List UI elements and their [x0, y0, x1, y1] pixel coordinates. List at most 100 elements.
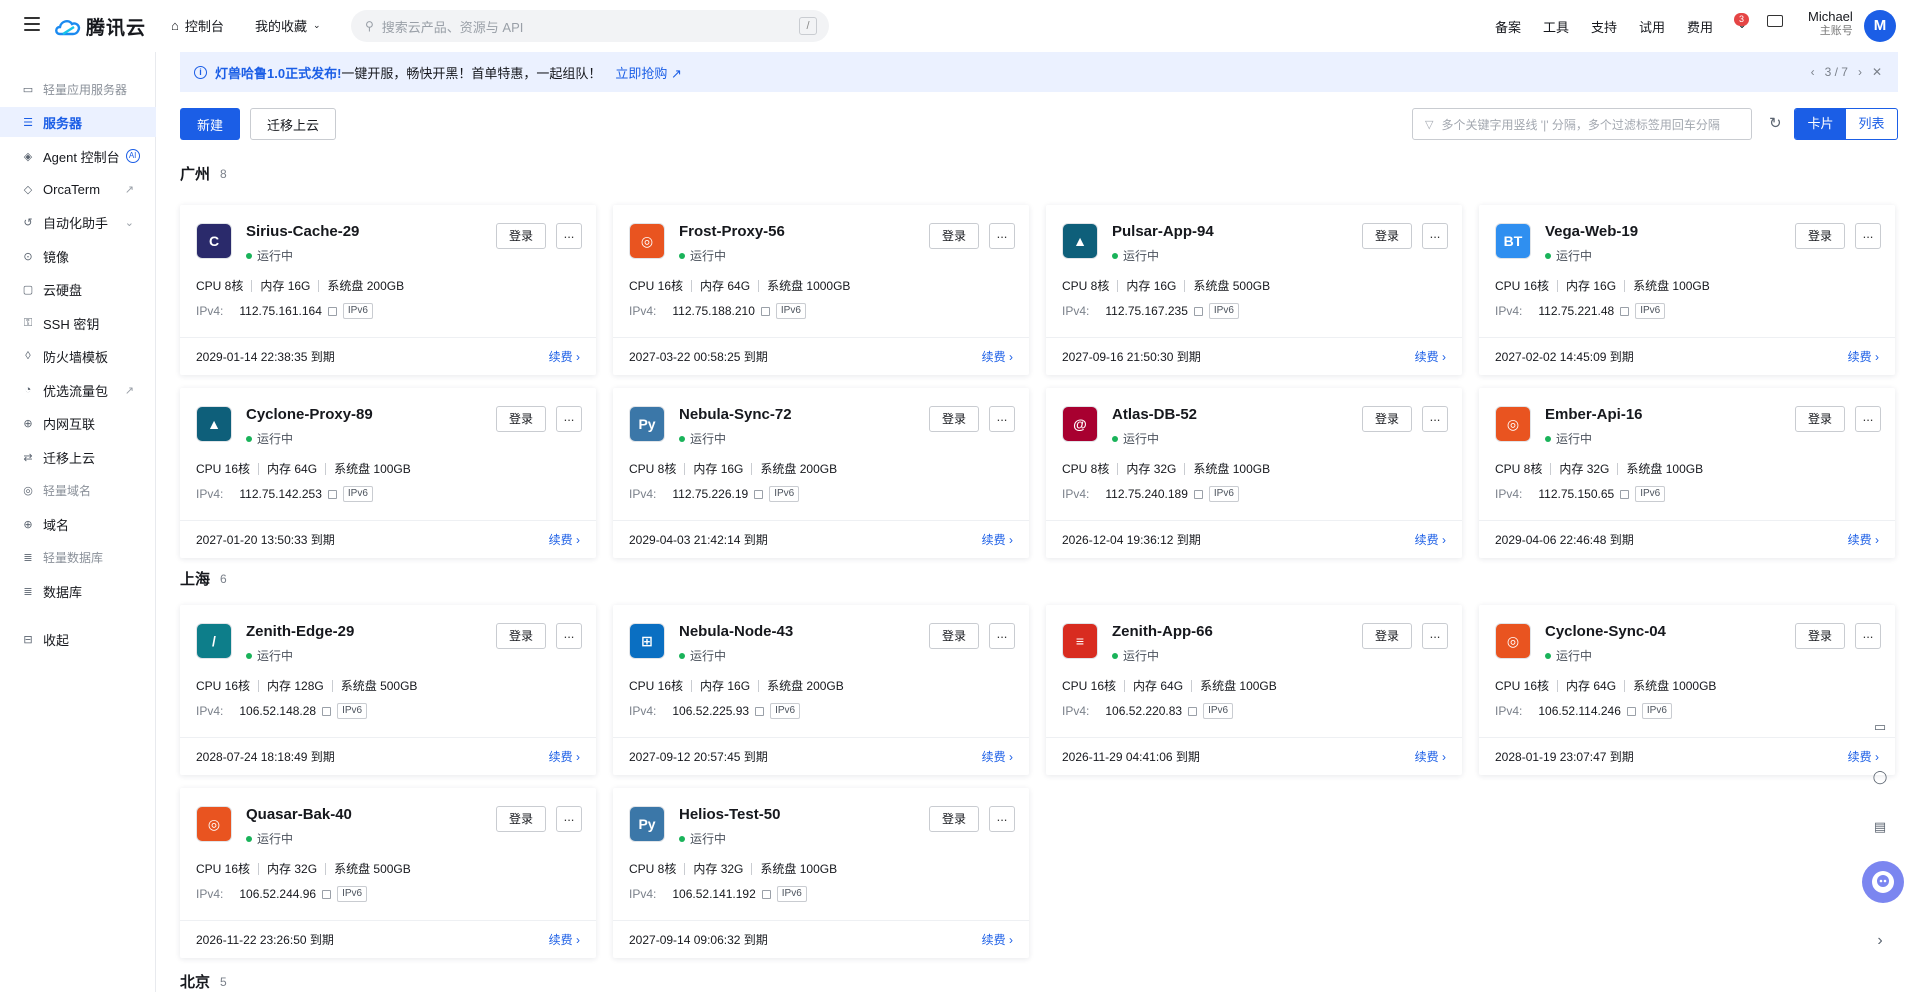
renew-link[interactable]: 续费 ›	[549, 931, 580, 948]
renew-link[interactable]: 续费 ›	[1848, 531, 1879, 548]
card-view-button[interactable]: 卡片	[1795, 109, 1846, 139]
login-button[interactable]: 登录	[1362, 623, 1412, 649]
login-button[interactable]: 登录	[496, 806, 546, 832]
nav-filing[interactable]: 备案	[1495, 17, 1521, 36]
server-name[interactable]: Zenith-App-66	[1112, 623, 1213, 640]
document-icon[interactable]: ▤	[1860, 807, 1900, 847]
announcement-link[interactable]: 立即抢购 ↗	[615, 63, 682, 82]
tencent-cloud-logo[interactable]: 腾讯云	[54, 13, 146, 40]
sidebar-item[interactable]: ⊕ 域名	[0, 509, 156, 539]
login-button[interactable]: 登录	[1362, 406, 1412, 432]
server-name[interactable]: Cyclone-Sync-04	[1545, 623, 1666, 640]
renew-link[interactable]: 续费 ›	[549, 348, 580, 365]
server-name[interactable]: Sirius-Cache-29	[246, 223, 359, 240]
login-button[interactable]: 登录	[1362, 223, 1412, 249]
copy-icon[interactable]	[1626, 706, 1636, 716]
server-name[interactable]: Pulsar-App-94	[1112, 223, 1214, 240]
chat-bubble-icon[interactable]: ◯	[1860, 757, 1900, 797]
renew-link[interactable]: 续费 ›	[1848, 348, 1879, 365]
console-link[interactable]: ⌂ 控制台	[171, 16, 224, 35]
sidebar-item[interactable]: ☰ 服务器	[0, 107, 156, 137]
server-name[interactable]: Ember-Api-16	[1545, 406, 1643, 423]
copy-icon[interactable]	[754, 489, 764, 499]
favorites-dropdown[interactable]: 我的收藏 ⌄	[255, 16, 321, 35]
login-button[interactable]: 登录	[1795, 623, 1845, 649]
server-name[interactable]: Nebula-Node-43	[679, 623, 793, 640]
renew-link[interactable]: 续费 ›	[549, 748, 580, 765]
sidebar-item[interactable]: ◊ 防火墙模板	[0, 341, 156, 371]
nav-trial[interactable]: 试用	[1639, 17, 1665, 36]
sidebar-item[interactable]: ◇ OrcaTerm ↗	[0, 174, 156, 204]
sidebar-item[interactable]: ⊕ 内网互联	[0, 408, 156, 438]
more-button[interactable]: ...	[989, 623, 1015, 649]
copy-icon[interactable]	[322, 889, 332, 899]
more-button[interactable]: ...	[989, 806, 1015, 832]
copy-icon[interactable]	[760, 306, 770, 316]
refresh-icon[interactable]: ↻	[1769, 116, 1785, 132]
sidebar-item[interactable]: ◔ 优选流量包 ↗	[0, 375, 156, 405]
renew-link[interactable]: 续费 ›	[549, 531, 580, 548]
new-instance-button[interactable]: 新建	[180, 108, 240, 140]
menu-icon[interactable]	[24, 17, 40, 31]
login-button[interactable]: 登录	[929, 223, 979, 249]
server-name[interactable]: Cyclone-Proxy-89	[246, 406, 373, 423]
more-button[interactable]: ...	[1855, 223, 1881, 249]
login-button[interactable]: 登录	[929, 623, 979, 649]
sidebar-item[interactable]: ⚿ SSH 密钥	[0, 308, 156, 338]
login-button[interactable]: 登录	[1795, 406, 1845, 432]
login-button[interactable]: 登录	[496, 223, 546, 249]
copy-icon[interactable]	[755, 706, 765, 716]
copy-icon[interactable]	[1620, 306, 1630, 316]
more-button[interactable]: ...	[989, 406, 1015, 432]
nav-support[interactable]: 支持	[1591, 17, 1617, 36]
more-button[interactable]: ...	[1855, 623, 1881, 649]
sidebar-item[interactable]: ⇄ 迁移上云	[0, 442, 156, 472]
copy-icon[interactable]	[1193, 306, 1203, 316]
feedback-icon[interactable]: ▭	[1860, 707, 1900, 747]
more-button[interactable]: ...	[1855, 406, 1881, 432]
copy-icon[interactable]	[1620, 489, 1630, 499]
renew-link[interactable]: 续费 ›	[1415, 531, 1446, 548]
more-button[interactable]: ...	[1422, 623, 1448, 649]
mail-icon[interactable]	[1767, 15, 1783, 27]
close-icon[interactable]: ✕	[1872, 65, 1882, 79]
more-button[interactable]: ...	[556, 223, 582, 249]
renew-link[interactable]: 续费 ›	[982, 931, 1013, 948]
copy-icon[interactable]	[761, 889, 771, 899]
global-search-input[interactable]: ⚲ 搜索云产品、资源与 API /	[351, 10, 829, 42]
user-info[interactable]: Michael 主账号	[1808, 10, 1853, 38]
sidebar-item[interactable]: ◈ Agent 控制台 AI	[0, 141, 156, 171]
more-button[interactable]: ...	[1422, 406, 1448, 432]
prev-icon[interactable]: ‹	[1811, 65, 1815, 79]
copy-icon[interactable]	[327, 489, 337, 499]
server-name[interactable]: Nebula-Sync-72	[679, 406, 792, 423]
list-view-button[interactable]: 列表	[1846, 109, 1897, 139]
copy-icon[interactable]	[327, 306, 337, 316]
login-button[interactable]: 登录	[496, 406, 546, 432]
sidebar-item[interactable]: ≣ 数据库	[0, 576, 156, 606]
migrate-button[interactable]: 迁移上云	[250, 108, 336, 140]
renew-link[interactable]: 续费 ›	[1415, 348, 1446, 365]
renew-link[interactable]: 续费 ›	[982, 348, 1013, 365]
renew-link[interactable]: 续费 ›	[982, 748, 1013, 765]
renew-link[interactable]: 续费 ›	[1415, 748, 1446, 765]
server-name[interactable]: Vega-Web-19	[1545, 223, 1638, 240]
login-button[interactable]: 登录	[929, 806, 979, 832]
copy-icon[interactable]	[322, 706, 332, 716]
more-button[interactable]: ...	[556, 406, 582, 432]
expand-chevron-icon[interactable]: ›	[1860, 921, 1900, 961]
sidebar-item[interactable]: ⊙ 镜像	[0, 241, 156, 271]
filter-input[interactable]: ▽ 多个关键字用竖线 '|' 分隔，多个过滤标签用回车分隔	[1412, 108, 1752, 140]
assistant-icon[interactable]	[1862, 861, 1904, 903]
server-name[interactable]: Helios-Test-50	[679, 806, 780, 823]
copy-icon[interactable]	[1193, 489, 1203, 499]
nav-billing[interactable]: 费用	[1687, 17, 1713, 36]
server-name[interactable]: Quasar-Bak-40	[246, 806, 352, 823]
more-button[interactable]: ...	[556, 806, 582, 832]
more-button[interactable]: ...	[989, 223, 1015, 249]
login-button[interactable]: 登录	[929, 406, 979, 432]
more-button[interactable]: ...	[1422, 223, 1448, 249]
server-name[interactable]: Atlas-DB-52	[1112, 406, 1197, 423]
next-icon[interactable]: ›	[1858, 65, 1862, 79]
sidebar-item[interactable]: ▢ 云硬盘	[0, 274, 156, 304]
